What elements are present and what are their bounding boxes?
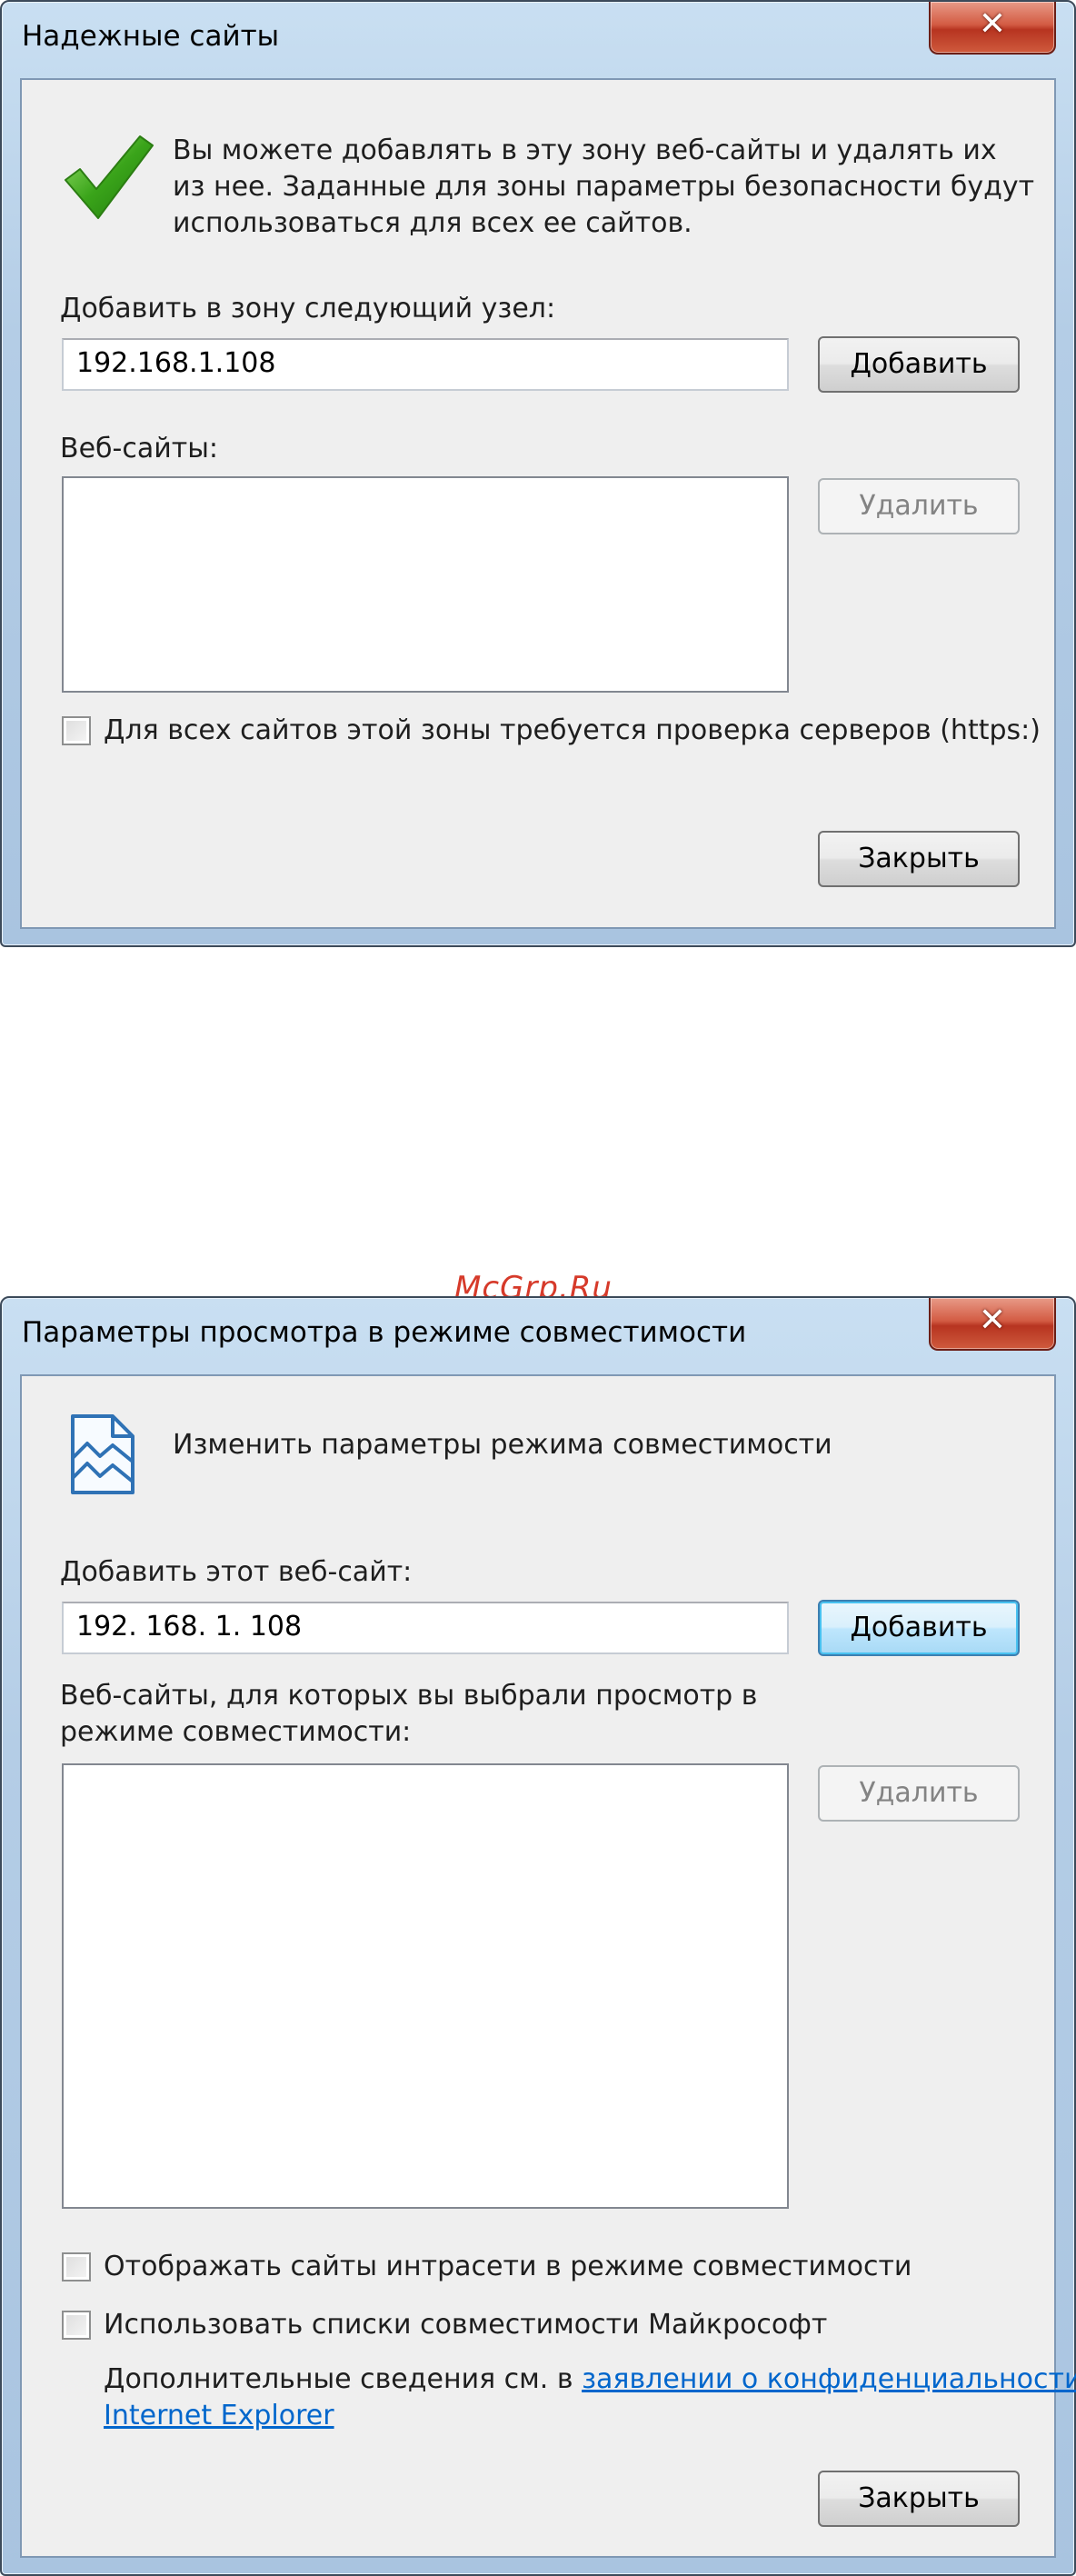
dialog-title: Надежные сайты — [22, 20, 280, 53]
close-button[interactable]: Закрыть — [818, 831, 1020, 887]
add-site-input[interactable]: 192.168.1.108 — [62, 338, 789, 391]
intranet-checkbox[interactable] — [62, 2252, 91, 2281]
heading-text: Изменить параметры режима совместимости — [173, 1429, 832, 1461]
add-site-label: Добавить этот веб-сайт: — [60, 1556, 413, 1588]
add-button[interactable]: Добавить — [818, 336, 1020, 393]
green-checkmark-icon — [65, 135, 154, 219]
websites-list[interactable] — [62, 1763, 789, 2209]
microsoft-lists-checkbox[interactable] — [62, 2311, 91, 2340]
title-close-button[interactable]: ✕ — [929, 2, 1056, 55]
remove-button[interactable]: Удалить — [818, 1765, 1020, 1822]
title-bar[interactable]: Надежные сайты ✕ — [2, 2, 1074, 67]
dialog-body: Вы можете добавлять в эту зону веб-сайты… — [20, 78, 1056, 929]
title-close-button[interactable]: ✕ — [929, 1298, 1056, 1351]
info-text: Дополнительные сведения см. в заявлении … — [104, 2361, 1076, 2398]
https-checkbox-label[interactable]: Для всех сайтов этой зоны требуется пров… — [104, 713, 1041, 749]
microsoft-lists-checkbox-label[interactable]: Использовать списки совместимости Майкро… — [104, 2307, 827, 2343]
title-bar[interactable]: Параметры просмотра в режиме совместимос… — [2, 1298, 1074, 1363]
broken-page-icon — [71, 1414, 134, 1494]
websites-label: Веб-сайты: — [60, 433, 219, 464]
privacy-link[interactable]: заявлении о конфиденциальности — [582, 2363, 1076, 2395]
info-text-line-2: Internet Explorer — [104, 2398, 334, 2434]
compat-view-dialog: Параметры просмотра в режиме совместимос… — [0, 1296, 1076, 2576]
add-button[interactable]: Добавить — [818, 1600, 1020, 1656]
websites-label-line-2: режиме совместимости: — [60, 1716, 412, 1748]
description-line-3: использоваться для всех ее сайтов. — [173, 207, 692, 239]
description-line-2: из нее. Заданные для зоны параметры безо… — [173, 171, 1035, 203]
privacy-link-continued[interactable]: Internet Explorer — [104, 2400, 334, 2431]
info-prefix: Дополнительные сведения см. в — [104, 2363, 583, 2395]
close-icon: ✕ — [978, 1302, 1007, 1339]
close-icon: ✕ — [978, 5, 1007, 43]
dialog-title: Параметры просмотра в режиме совместимос… — [22, 1316, 747, 1349]
remove-button[interactable]: Удалить — [818, 478, 1020, 534]
dialog-body: Изменить параметры режима совместимости … — [20, 1374, 1076, 2558]
add-site-label: Добавить в зону следующий узел: — [60, 293, 556, 324]
add-site-input[interactable]: 192. 168. 1. 108 — [62, 1602, 789, 1654]
https-checkbox[interactable] — [62, 716, 91, 745]
description-line-1: Вы можете добавлять в эту зону веб-сайты… — [173, 135, 997, 166]
close-button[interactable]: Закрыть — [818, 2471, 1020, 2527]
trusted-sites-dialog: Надежные сайты ✕ Вы можете добавлять в э… — [0, 0, 1076, 947]
intranet-checkbox-label[interactable]: Отображать сайты интрасети в режиме совм… — [104, 2249, 912, 2285]
websites-label-line-1: Веб-сайты, для которых вы выбрали просмо… — [60, 1680, 758, 1712]
websites-list[interactable] — [62, 476, 789, 693]
